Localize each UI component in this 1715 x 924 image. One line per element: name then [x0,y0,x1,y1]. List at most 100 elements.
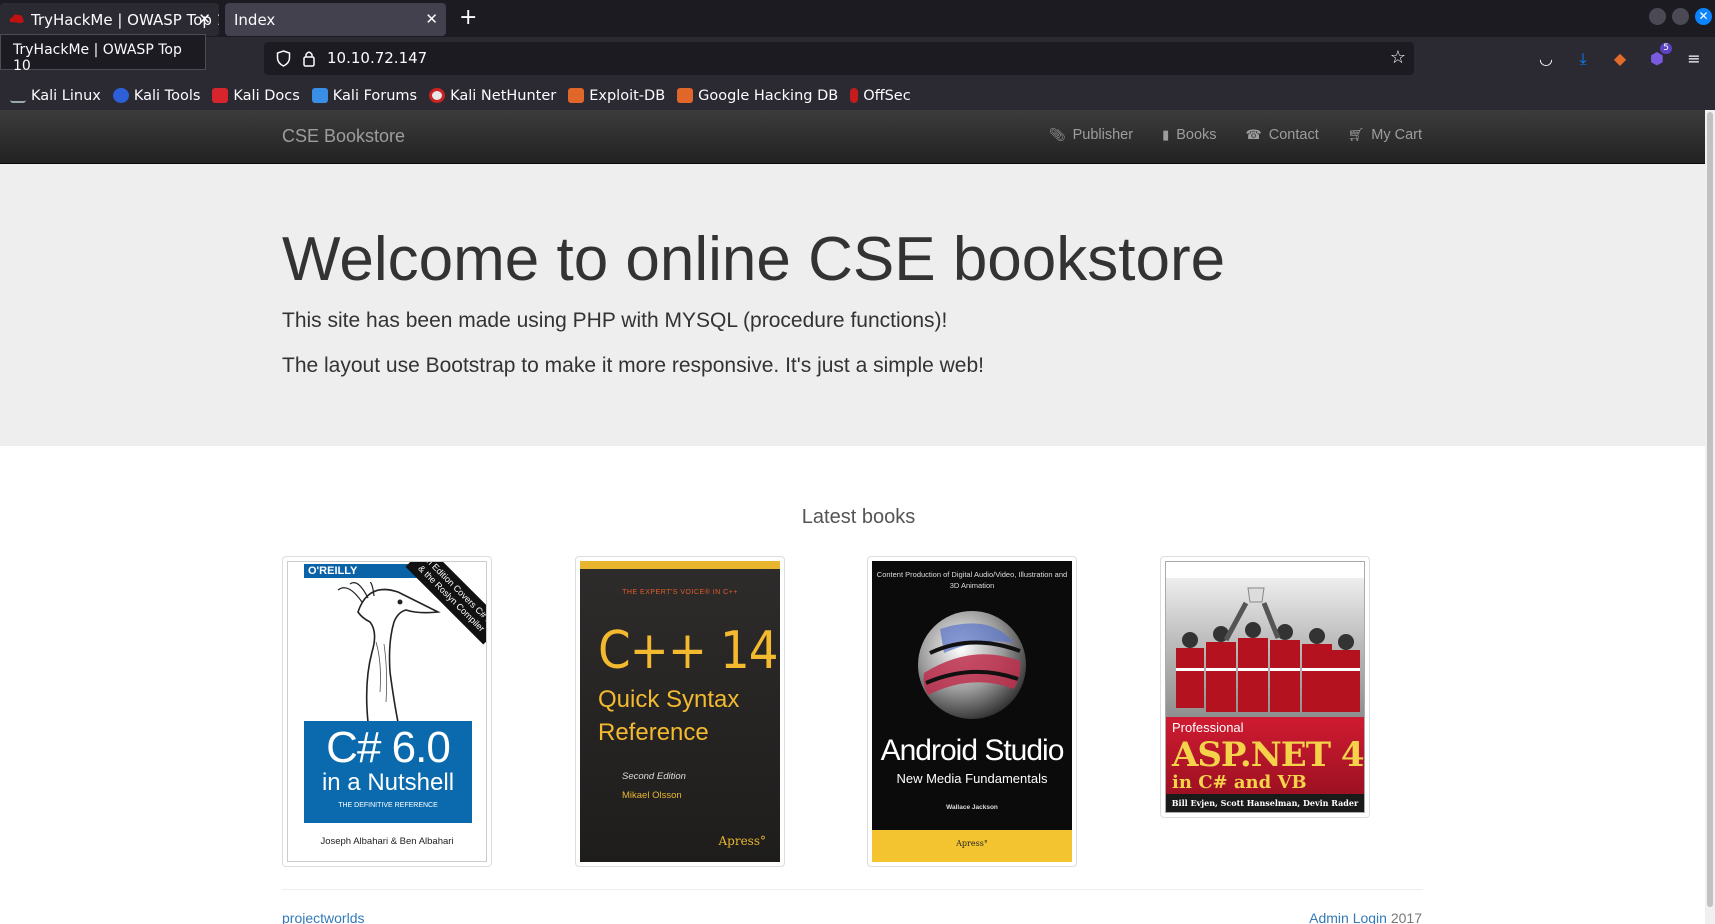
nav-label: My Cart [1371,127,1422,143]
book-authors: Joseph Albahari & Ben Albahari [320,836,454,847]
download-icon[interactable]: ⤓ [1574,50,1592,68]
close-window-button[interactable]: ✕ [1695,8,1712,25]
jumbotron: Welcome to online CSE bookstore This sit… [0,164,1705,446]
book-tagline: THE DEFINITIVE REFERENCE [338,802,438,809]
cart-icon: 🛒︎ [1347,127,1365,142]
bookmark-label: Kali Docs [233,87,300,104]
cover-stripe [580,561,780,569]
team-photo [1166,578,1364,717]
bookmark-label: Google Hacking DB [698,87,839,104]
tab-index[interactable]: Index ✕ [225,3,446,36]
site-nav-links: 📎︎ Publisher ▮ Books ☎ Contact 🛒︎ My Cart [1049,127,1422,143]
menu-icon[interactable]: ≡ [1685,50,1703,68]
window-controls: ✕ [1649,8,1715,25]
foxyproxy-icon[interactable]: ◆ [1611,50,1629,68]
nav-label: Publisher [1072,127,1134,143]
book-title-line: in a Nutshell [321,769,455,796]
bookmark-offsec[interactable]: OffSec [850,88,911,104]
site-brand[interactable]: CSE Bookstore [282,126,405,147]
bookmark-kali-docs[interactable]: Kali Docs [212,87,300,104]
tab-title: TryHackMe | OWASP Top 10 [31,10,219,29]
book-title-line: C# 6.0 [326,723,451,772]
footer-divider [282,889,1423,890]
nav-publisher[interactable]: 📎︎ Publisher [1049,127,1133,143]
team-illustration [1176,587,1360,712]
book-title-line: C++ 14 [598,621,778,681]
bookmarks-toolbar: Kali Linux Kali Tools Kali Docs Kali For… [0,81,1715,110]
kali-forums-icon [311,88,328,103]
scrollbar-thumb[interactable] [1707,112,1713,907]
latest-books-text: Latest books [801,506,916,528]
book-cover-cpp: THE EXPERT'S VOICE® IN C++ C++ 14 Quick … [580,561,780,862]
tab-tooltip: TryHackMe | OWASP Top 10 [0,34,206,74]
book-thumbnail[interactable]: THE EXPERT'S VOICE® IN C++ C++ 14 Quick … [575,556,785,867]
nav-my-cart[interactable]: 🛒︎ My Cart [1348,127,1422,143]
url-text[interactable]: 10.10.72.147 [327,49,427,67]
bookmark-google-hacking-db[interactable]: Google Hacking DB [677,88,838,104]
title-block: C# 6.0 in a Nutshell THE DEFINITIVE REFE… [304,721,472,823]
footer-year: 2017 [1390,910,1422,924]
bookmark-star-icon[interactable]: ☆ [1390,47,1406,68]
nethunter-icon [429,88,446,103]
close-icon[interactable]: ✕ [198,10,211,28]
bookmark-kali-nethunter[interactable]: Kali NetHunter [429,88,556,104]
url-bar[interactable]: 10.10.72.147 ☆ [264,42,1414,75]
admin-login-link[interactable]: Admin Login [1309,910,1387,924]
shield-icon[interactable] [276,50,291,67]
kali-docs-icon [212,88,229,103]
bookmark-kali-tools[interactable]: Kali Tools [112,88,200,104]
book-title-line: New Media Fundamentals [896,771,1048,786]
intro-line-2: The layout use Bootstrap to make it more… [282,354,984,377]
book-title-line: in C# and VB [1172,772,1307,793]
nav-contact[interactable]: ☎ Contact [1246,127,1319,143]
minimize-button[interactable] [1649,8,1666,25]
ghdb-icon [677,88,694,103]
crane-illustration [337,582,441,722]
navigation-toolbar: ← → ↻ ⌂ 10.10.72.147 ☆ ◡ ⤓ ◆ ⬢5 ≡ [0,37,1715,81]
close-icon[interactable]: ✕ [425,10,438,28]
book-cover-aspnet: Professional ASP.NET 4 in C# and VB Bill… [1165,561,1365,813]
site-navbar: CSE Bookstore 📎︎ Publisher ▮ Books ☎ Contac… [0,110,1705,164]
kali-tools-icon [112,88,129,103]
book-title-line: Reference [598,719,709,746]
bookmark-kali-linux[interactable]: Kali Linux [10,88,101,104]
extension-icon[interactable]: ⬢ 5 [1648,43,1672,68]
pocket-icon[interactable]: ◡ [1537,50,1555,68]
bookmark-label: Kali NetHunter [450,87,557,104]
extension-badge: 5 [1660,43,1672,54]
nav-label: Books [1176,127,1217,143]
book-authors: Bill Evjen, Scott Hanselman, Devin Rader [1166,794,1364,812]
book-thumbnail[interactable]: O'REILLY 6th Edition Covers C# 6.0 & the… [282,556,492,867]
intro-line-1: This site has been made using PHP with M… [282,309,948,332]
exploit-db-icon [568,88,585,103]
page-title: Welcome to online CSE bookstore [282,225,1226,294]
publisher-logo: Apress° [718,834,766,848]
maximize-button[interactable] [1672,8,1689,25]
new-tab-button[interactable]: + [459,5,477,30]
book-title-line: Android Studio [880,734,1065,767]
phone-icon: ☎ [1245,127,1262,142]
lock-icon[interactable] [302,50,316,67]
toolbar-icons: ◡ ⤓ ◆ ⬢ 5 ≡ [1537,37,1715,81]
kali-icon [10,88,26,103]
nav-books[interactable]: ▮ Books [1162,127,1216,143]
footer-projectworlds-link[interactable]: projectworlds [282,910,364,924]
tab-title: Index [234,10,276,29]
scrollbar[interactable] [1705,110,1715,924]
tab-bar: TryHackMe | OWASP Top 10 ✕ Index ✕ + ✕ [0,0,1715,37]
book-subtitle: Content Production of Digital Audio/Vide… [876,570,1068,590]
page-viewport: CSE Bookstore 📎︎ Publisher ▮ Books ☎ Contac… [0,110,1705,924]
nav-label: Contact [1268,127,1319,143]
paperclip-icon: 📎︎ [1049,127,1066,142]
bookmark-kali-forums[interactable]: Kali Forums [311,88,417,104]
bookmark-label: Kali Linux [31,87,101,104]
publisher-logo: Apress° [956,839,988,848]
tab-tryhackme[interactable]: TryHackMe | OWASP Top 10 ✕ [0,3,219,36]
book-edition: Second Edition [622,771,686,782]
bookmark-exploit-db[interactable]: Exploit-DB [568,88,665,104]
book-cover-android: Content Production of Digital Audio/Vide… [872,561,1072,862]
book-thumbnail[interactable]: Content Production of Digital Audio/Vide… [867,556,1077,867]
book-thumbnail[interactable]: Professional ASP.NET 4 in C# and VB Bill… [1160,556,1370,818]
book-icon: ▮ [1162,127,1170,142]
book-authors: Wallace Jackson [946,804,998,811]
